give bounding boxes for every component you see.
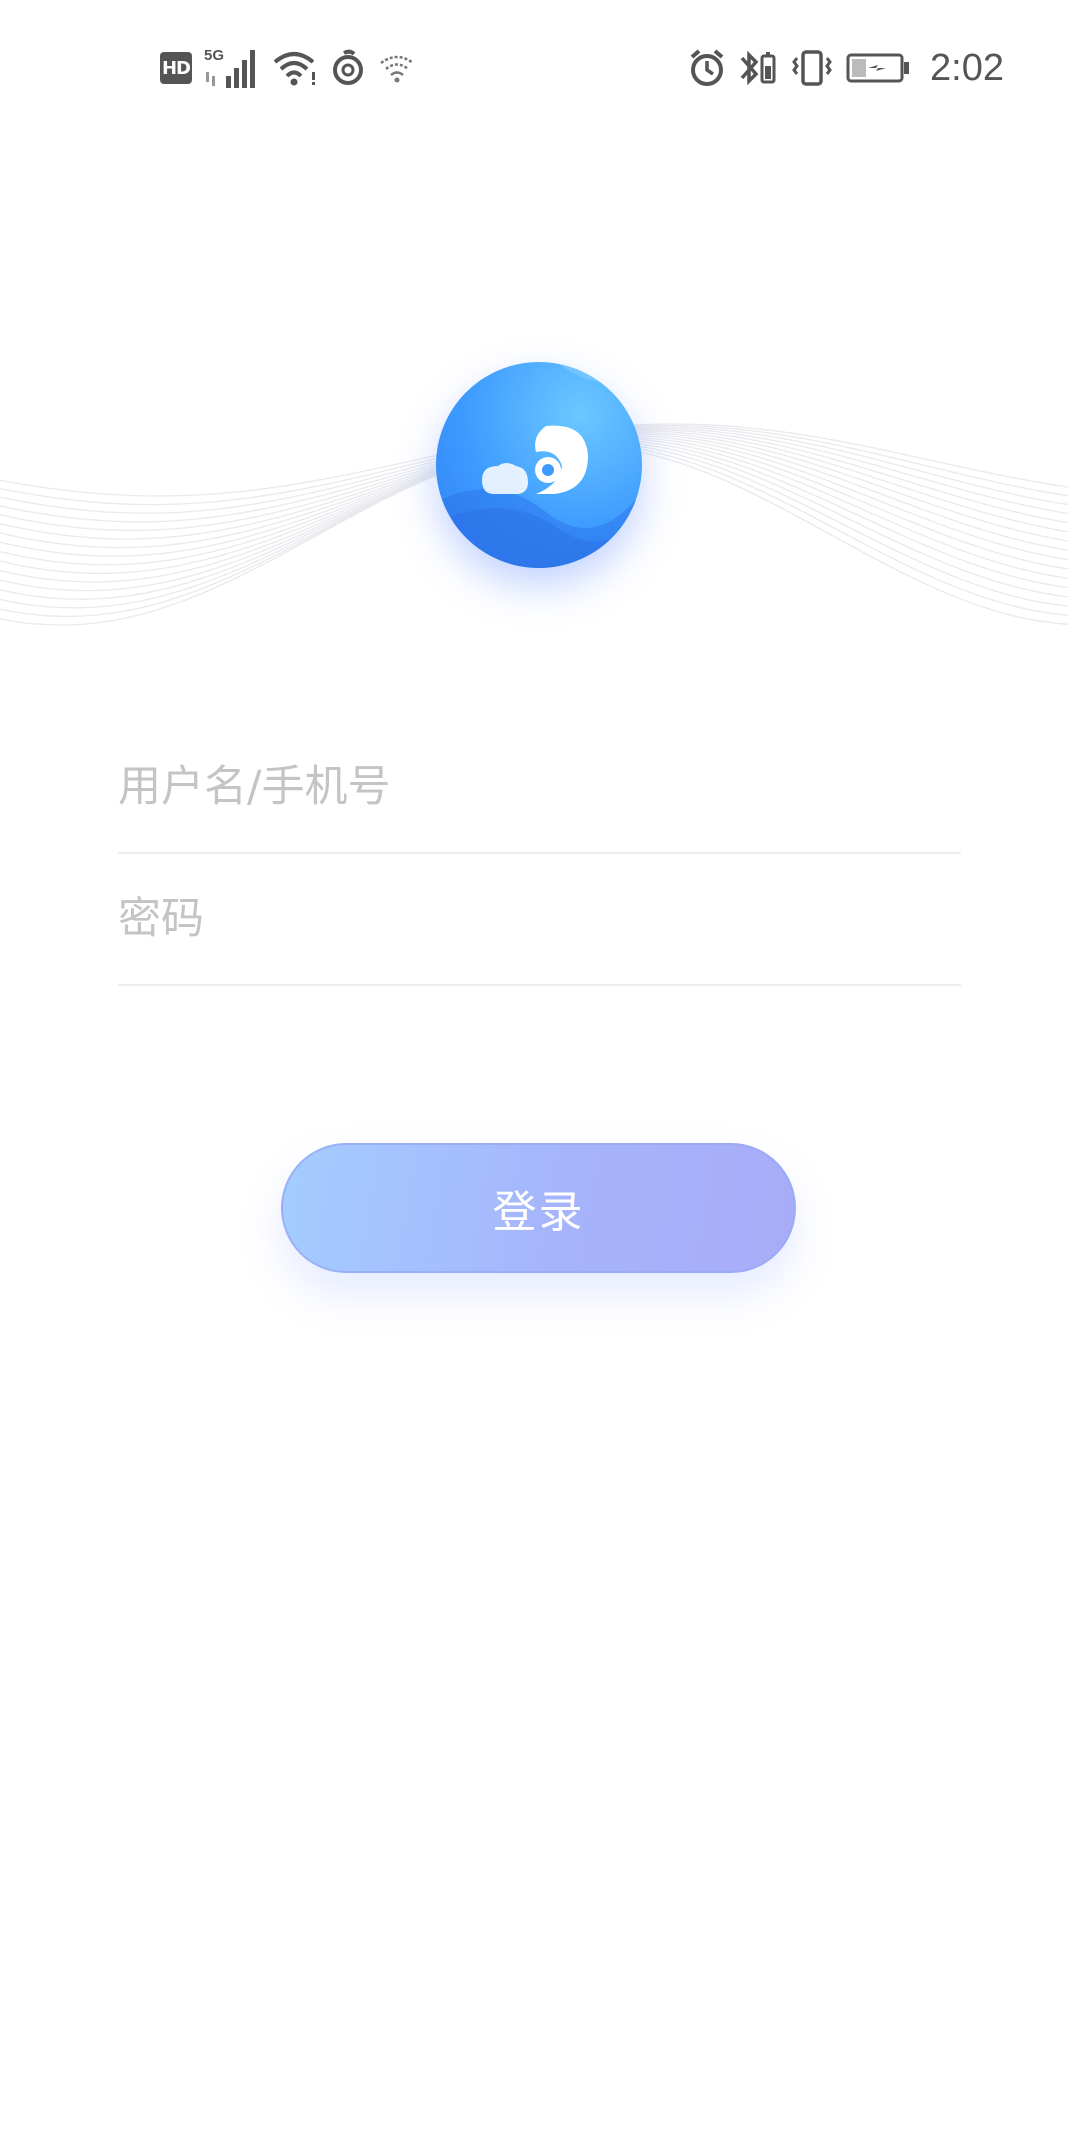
- status-bar: HD 5G 2:02: [0, 0, 1079, 135]
- password-input[interactable]: [118, 894, 961, 944]
- signal-5g-icon: 5G: [204, 46, 260, 90]
- login-button[interactable]: 登录: [281, 1143, 796, 1273]
- status-bar-right: 2:02: [688, 44, 1004, 92]
- status-time: 2:02: [930, 46, 1004, 89]
- vibrate-icon: [790, 48, 834, 88]
- username-field-row: [118, 722, 961, 854]
- battery-charging-icon: [846, 51, 910, 85]
- netease-music-icon: [330, 48, 366, 88]
- password-field-row: [118, 854, 961, 986]
- wifi-icon: [272, 48, 318, 88]
- login-screen: HD 5G 2:02 用户名/手机号 登录: [0, 0, 1079, 2153]
- wifi-hotspot-icon: [378, 51, 416, 85]
- alarm-icon: [688, 48, 726, 88]
- bluetooth-icon: [738, 48, 778, 88]
- network-type-label: 5G: [204, 47, 224, 64]
- username-input[interactable]: [118, 762, 961, 812]
- app-logo-icon: [436, 362, 642, 568]
- login-button-label: 登录: [492, 1187, 585, 1238]
- status-bar-left: HD 5G: [160, 46, 416, 90]
- hd-icon: HD: [160, 52, 192, 84]
